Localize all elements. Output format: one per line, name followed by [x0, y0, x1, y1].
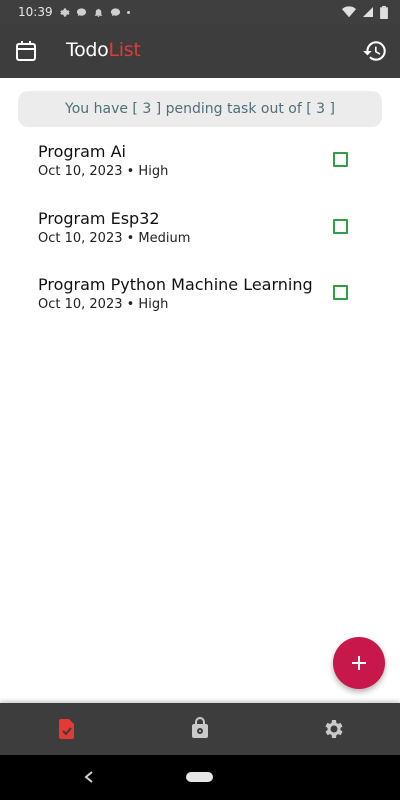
nav-item-settings[interactable]	[321, 717, 345, 741]
task-list: Program Ai Oct 10, 2023 • High Program E…	[0, 130, 400, 330]
wifi-icon	[342, 6, 356, 18]
task-checkbox[interactable]	[333, 285, 348, 300]
nav-item-todos[interactable]	[55, 717, 79, 741]
more-notifications-dot	[126, 10, 130, 14]
system-home-button[interactable]	[186, 772, 213, 782]
calendar-button[interactable]	[14, 39, 38, 63]
app-title: TodoList	[66, 39, 141, 61]
plus-icon	[352, 656, 366, 670]
task-item[interactable]: Program Esp32 Oct 10, 2023 • Medium	[0, 197, 400, 264]
status-left: 10:39	[18, 5, 130, 19]
status-bar: 10:39	[0, 0, 400, 24]
back-chevron-icon	[84, 771, 93, 783]
task-document-icon	[59, 719, 74, 739]
history-icon	[363, 41, 386, 61]
bottom-nav	[0, 703, 400, 755]
app-title-main: Todo	[66, 39, 109, 61]
app-bar: TodoList	[0, 24, 400, 78]
settings-notification-icon	[59, 7, 70, 18]
chat-notification-icon	[76, 7, 87, 18]
chat-notification-icon-2	[110, 7, 121, 18]
pending-summary: You have [ 3 ] pending task out of [ 3 ]	[18, 91, 382, 127]
task-checkbox[interactable]	[333, 218, 348, 234]
signal-icon	[362, 6, 374, 18]
battery-icon	[380, 5, 388, 19]
task-checkbox[interactable]	[333, 152, 348, 167]
app-title-accent: List	[108, 39, 141, 61]
task-item[interactable]: Program Ai Oct 10, 2023 • High	[0, 130, 400, 197]
bell-notification-icon	[93, 7, 104, 18]
calendar-icon	[16, 41, 36, 61]
screen: 10:39 TodoList You have [3] pending ta…	[0, 0, 400, 800]
nav-item-vault[interactable]	[188, 717, 212, 741]
task-item[interactable]: Program Python Machine Learning Oct 10, …	[0, 263, 400, 330]
add-task-button[interactable]	[333, 637, 385, 689]
status-time: 10:39	[18, 5, 53, 19]
status-right	[342, 5, 388, 19]
vault-icon	[192, 717, 208, 738]
gear-icon	[325, 720, 343, 738]
history-button[interactable]	[362, 38, 388, 64]
system-back-button[interactable]	[82, 769, 96, 785]
